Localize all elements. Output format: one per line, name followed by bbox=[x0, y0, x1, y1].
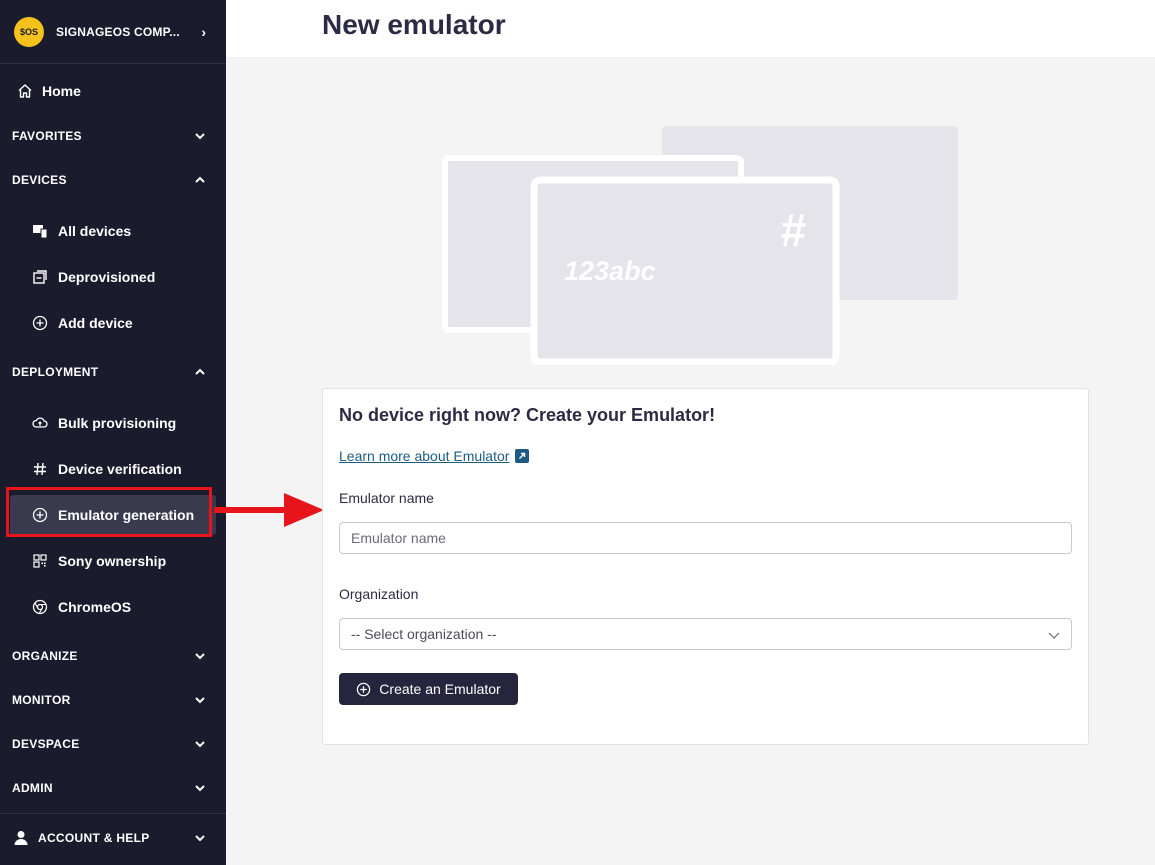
plus-circle-icon bbox=[32, 315, 48, 331]
emulator-card: No device right now? Create your Emulato… bbox=[322, 388, 1089, 745]
arrow-right-icon bbox=[214, 493, 324, 527]
section-label: DEVSPACE bbox=[12, 737, 80, 751]
section-label: FAVORITES bbox=[12, 129, 82, 143]
sidebar-item-all-devices[interactable]: All devices bbox=[0, 214, 226, 248]
section-monitor[interactable]: MONITOR bbox=[0, 684, 226, 716]
emulator-name-label: Emulator name bbox=[339, 490, 434, 506]
section-label: ORGANIZE bbox=[12, 649, 78, 663]
external-link-icon bbox=[515, 449, 530, 463]
illustration-hash: # bbox=[780, 204, 806, 256]
hash-icon bbox=[32, 461, 48, 477]
chevron-down-icon bbox=[195, 697, 205, 704]
sidebar-item-label: All devices bbox=[58, 223, 132, 239]
page-title: New emulator bbox=[322, 9, 506, 40]
chevron-down-icon bbox=[195, 785, 205, 792]
sidebar-item-label: Bulk provisioning bbox=[58, 415, 177, 431]
chevron-down-icon bbox=[1048, 632, 1060, 639]
company-switcher[interactable]: $OS SIGNAGEOS COMP... › bbox=[0, 0, 226, 64]
account-help-menu[interactable]: ACCOUNT & HELP bbox=[0, 813, 226, 861]
sidebar-item-label: Device verification bbox=[58, 461, 182, 477]
home-icon bbox=[16, 82, 34, 100]
cloud-icon bbox=[32, 415, 48, 431]
section-devices[interactable]: DEVICES bbox=[0, 164, 226, 196]
company-logo: $OS bbox=[14, 16, 44, 47]
sidebar-item-chromeos[interactable]: ChromeOS bbox=[0, 590, 226, 624]
sidebar-item-device-verification[interactable]: Device verification bbox=[0, 452, 226, 486]
sidebar-item-label: Sony ownership bbox=[58, 553, 167, 569]
chevron-up-icon bbox=[195, 368, 205, 375]
company-name: SIGNAGEOS COMP... bbox=[56, 24, 180, 39]
chevron-down-icon bbox=[195, 133, 205, 140]
organization-select[interactable]: -- Select organization -- bbox=[339, 618, 1072, 650]
organization-selected: -- Select organization -- bbox=[351, 626, 497, 642]
devices-icon bbox=[32, 223, 48, 239]
sidebar-item-label: ChromeOS bbox=[58, 599, 132, 615]
emulator-name-input[interactable] bbox=[339, 522, 1072, 554]
sidebar-item-home[interactable]: Home bbox=[0, 70, 226, 112]
section-admin[interactable]: ADMIN bbox=[0, 772, 226, 804]
sidebar-item-label: Deprovisioned bbox=[58, 269, 156, 285]
sidebar-item-bulk-provisioning[interactable]: Bulk provisioning bbox=[0, 406, 226, 440]
emulator-illustration: # 123abc bbox=[442, 126, 958, 365]
highlight-box bbox=[6, 487, 212, 537]
section-label: MONITOR bbox=[12, 693, 71, 707]
sidebar-item-label: Home bbox=[42, 83, 81, 99]
user-icon bbox=[14, 830, 28, 845]
chevron-down-icon bbox=[195, 653, 205, 660]
chrome-icon bbox=[32, 599, 48, 615]
logo-text: $OS bbox=[19, 26, 38, 37]
sidebar-item-sony-ownership[interactable]: Sony ownership bbox=[0, 544, 226, 578]
learn-more-text: Learn more about Emulator bbox=[339, 448, 510, 464]
qr-icon bbox=[32, 553, 48, 569]
section-label: DEPLOYMENT bbox=[12, 365, 99, 379]
chevron-right-icon: › bbox=[201, 23, 206, 40]
create-emulator-button[interactable]: Create an Emulator bbox=[339, 673, 518, 705]
section-deployment[interactable]: DEPLOYMENT bbox=[0, 356, 226, 388]
organization-label: Organization bbox=[339, 586, 419, 602]
create-emulator-label: Create an Emulator bbox=[379, 681, 501, 697]
sidebar-item-label: Add device bbox=[58, 315, 133, 331]
sidebar-item-add-device[interactable]: Add device bbox=[0, 306, 226, 340]
learn-more-link[interactable]: Learn more about Emulator bbox=[339, 448, 530, 464]
sidebar: $OS SIGNAGEOS COMP... › Home FAVORITES D… bbox=[0, 0, 226, 865]
card-title: No device right now? Create your Emulato… bbox=[339, 405, 716, 425]
illustration-code: 123abc bbox=[564, 256, 656, 286]
chevron-up-icon bbox=[195, 176, 205, 183]
section-label: ADMIN bbox=[12, 781, 53, 795]
section-favorites[interactable]: FAVORITES bbox=[0, 120, 226, 152]
chevron-down-icon bbox=[195, 834, 205, 841]
section-devspace[interactable]: DEVSPACE bbox=[0, 728, 226, 760]
deprovisioned-icon bbox=[32, 269, 48, 285]
section-label: DEVICES bbox=[12, 173, 67, 187]
sidebar-item-deprovisioned[interactable]: Deprovisioned bbox=[0, 260, 226, 294]
plus-circle-icon bbox=[357, 682, 371, 696]
chevron-down-icon bbox=[195, 741, 205, 748]
page-header: New emulator bbox=[226, 0, 1155, 57]
section-organize[interactable]: ORGANIZE bbox=[0, 640, 226, 672]
account-label: ACCOUNT & HELP bbox=[38, 830, 150, 845]
